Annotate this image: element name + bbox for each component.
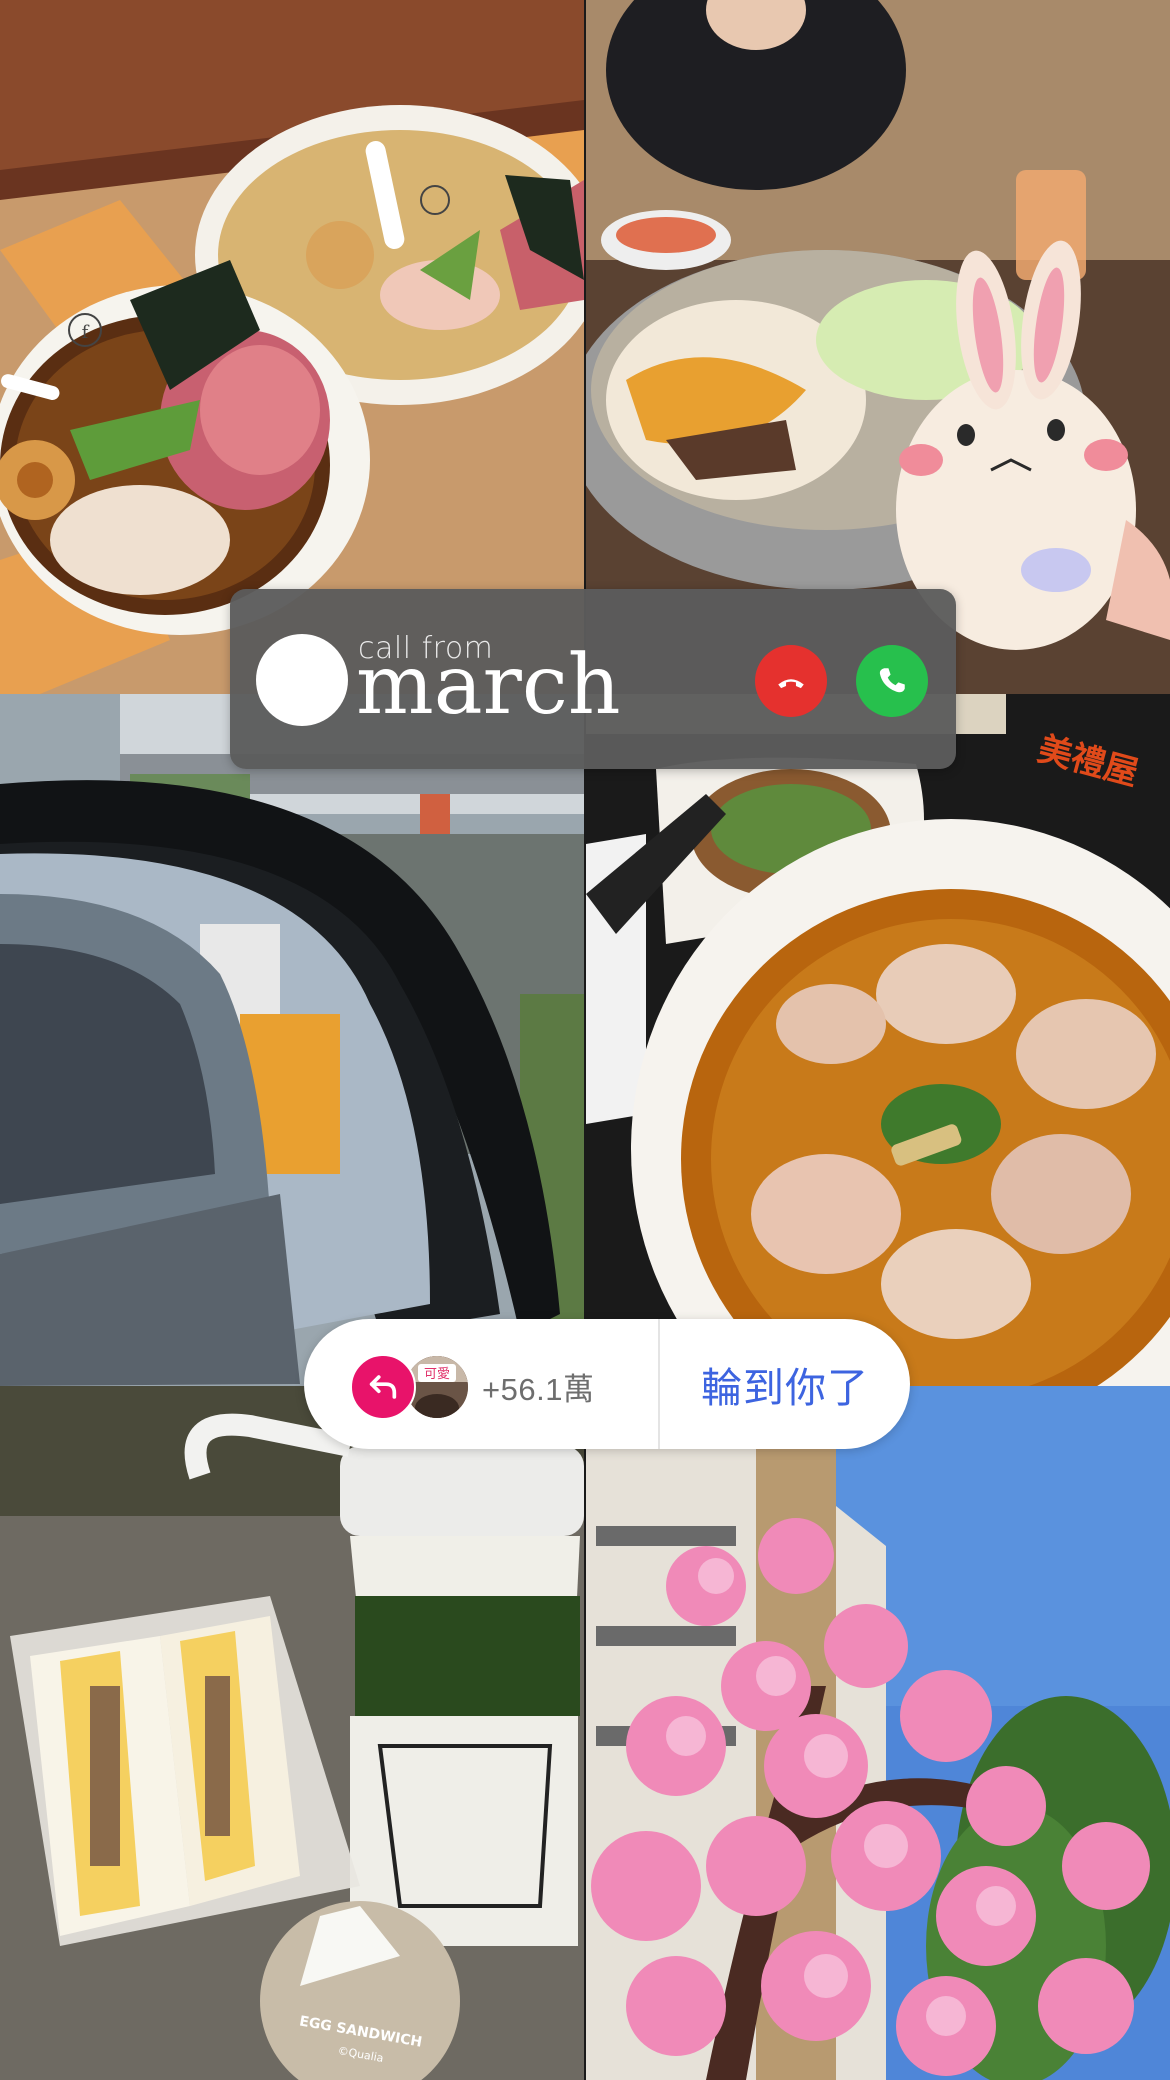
cherry-blossom-photo (586, 1386, 1170, 2080)
incoming-call-banner: call from march (230, 589, 956, 769)
chashu-bowl-photo: 美禮屋 (586, 694, 1170, 1386)
decline-call-button[interactable] (755, 645, 827, 717)
caller-avatar (256, 634, 348, 726)
car-mirror-photo (0, 694, 584, 1386)
avatar-badge-text: 可愛 (424, 1367, 450, 1382)
your-turn-button[interactable]: 輪到你了 (660, 1319, 910, 1449)
reply-pill: 可愛 +56.1萬 輪到你了 (304, 1319, 910, 1449)
participant-count: +56.1萬 (482, 1372, 595, 1407)
caller-name: march (356, 638, 621, 733)
reply-button[interactable] (350, 1354, 416, 1420)
phone-hangup-icon (778, 679, 804, 689)
egg-sandwich-photo: EGG SANDWICH ©Qualia (0, 1386, 584, 2080)
phone-icon (879, 668, 905, 693)
accept-call-button[interactable] (856, 645, 928, 717)
reply-arrow-icon (369, 1375, 397, 1399)
